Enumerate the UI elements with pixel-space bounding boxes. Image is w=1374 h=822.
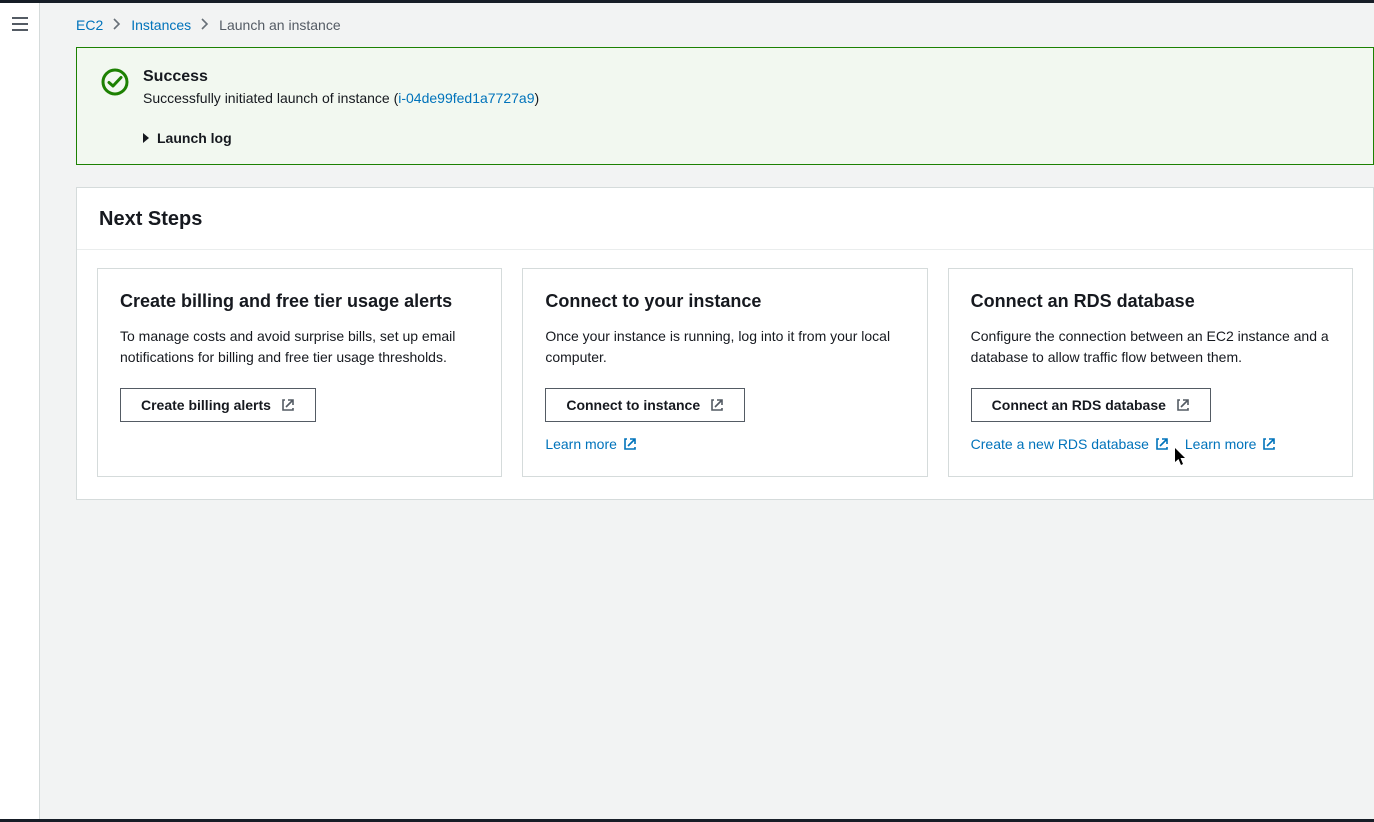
external-link-icon [1155, 437, 1169, 451]
external-link-icon [281, 398, 295, 412]
next-steps-panel: Next Steps Create billing and free tier … [76, 187, 1374, 500]
side-panel-toggle-area [0, 3, 40, 819]
success-title: Success [143, 68, 539, 86]
success-message-prefix: Successfully initiated launch of instanc… [143, 90, 398, 106]
card-connect-rds: Connect an RDS database Configure the co… [948, 268, 1353, 477]
create-new-rds-link[interactable]: Create a new RDS database [971, 436, 1169, 452]
learn-more-link[interactable]: Learn more [1185, 436, 1277, 452]
card-title: Create billing and free tier usage alert… [120, 291, 479, 312]
launch-log-label: Launch log [157, 130, 232, 146]
link-label: Create a new RDS database [971, 436, 1149, 452]
success-message-suffix: ) [535, 90, 540, 106]
card-description: Once your instance is running, log into … [545, 326, 904, 368]
breadcrumb-ec2[interactable]: EC2 [76, 17, 103, 33]
card-connect-instance: Connect to your instance Once your insta… [522, 268, 927, 477]
external-link-icon [710, 398, 724, 412]
hamburger-menu-icon[interactable] [12, 17, 28, 31]
next-steps-title: Next Steps [99, 208, 1351, 231]
button-label: Connect to instance [566, 397, 700, 413]
next-steps-header: Next Steps [77, 188, 1373, 250]
card-billing-alerts: Create billing and free tier usage alert… [97, 268, 502, 477]
link-label: Learn more [545, 436, 617, 452]
breadcrumb: EC2 Instances Launch an instance [40, 3, 1374, 47]
chevron-right-icon [201, 17, 209, 33]
breadcrumb-instances[interactable]: Instances [131, 17, 191, 33]
button-label: Create billing alerts [141, 397, 271, 413]
launch-log-toggle[interactable]: Launch log [143, 130, 1349, 146]
external-link-icon [1176, 398, 1190, 412]
card-title: Connect an RDS database [971, 291, 1330, 312]
connect-rds-database-button[interactable]: Connect an RDS database [971, 388, 1211, 422]
link-label: Learn more [1185, 436, 1257, 452]
instance-id-link[interactable]: i-04de99fed1a7727a9 [398, 90, 534, 106]
external-link-icon [1262, 437, 1276, 451]
card-description: To manage costs and avoid surprise bills… [120, 326, 479, 368]
breadcrumb-current: Launch an instance [219, 17, 340, 33]
card-description: Configure the connection between an EC2 … [971, 326, 1330, 368]
next-steps-cards: Create billing and free tier usage alert… [77, 250, 1373, 499]
button-label: Connect an RDS database [992, 397, 1166, 413]
create-billing-alerts-button[interactable]: Create billing alerts [120, 388, 316, 422]
success-alert: Success Successfully initiated launch of… [76, 47, 1374, 165]
page-content: EC2 Instances Launch an instance Succes [40, 3, 1374, 819]
external-link-icon [623, 437, 637, 451]
connect-to-instance-button[interactable]: Connect to instance [545, 388, 745, 422]
card-title: Connect to your instance [545, 291, 904, 312]
success-message: Successfully initiated launch of instanc… [143, 90, 539, 106]
success-check-icon [101, 68, 129, 96]
caret-right-icon [143, 133, 149, 143]
chevron-right-icon [113, 17, 121, 33]
main-layout: EC2 Instances Launch an instance Succes [0, 3, 1374, 819]
learn-more-link[interactable]: Learn more [545, 436, 637, 452]
